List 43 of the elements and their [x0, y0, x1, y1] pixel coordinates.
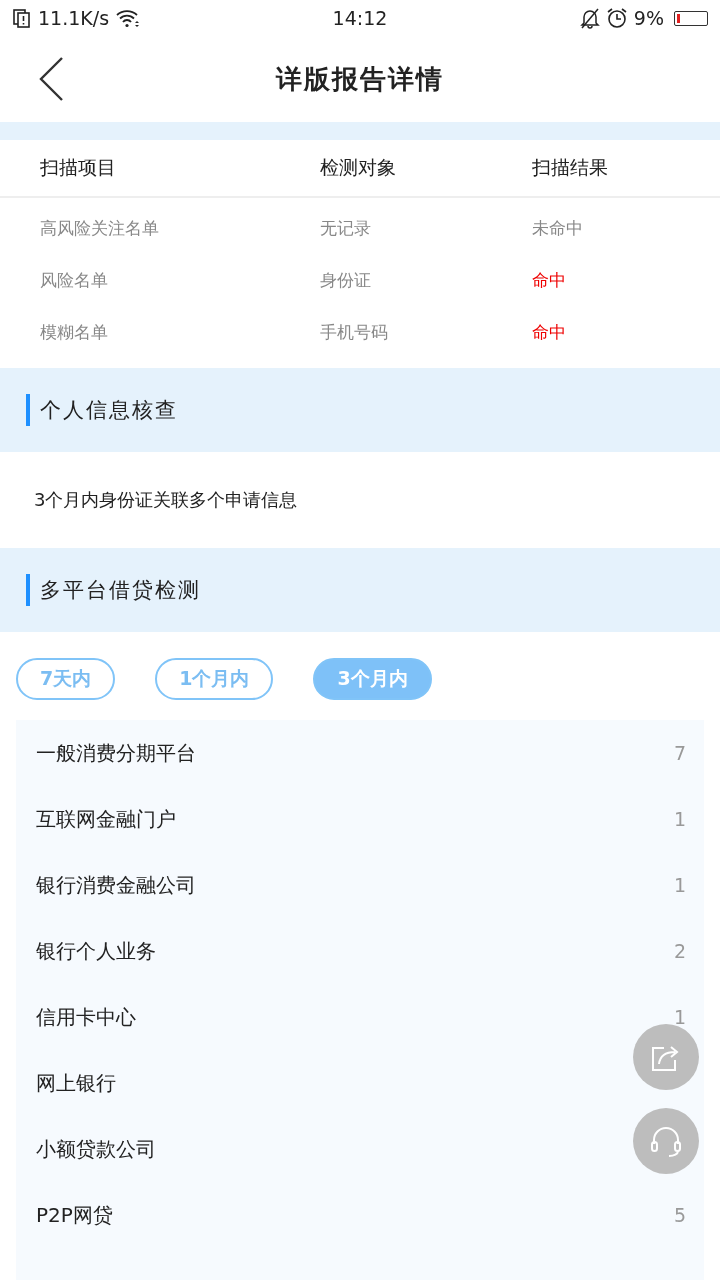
battery-icon	[674, 10, 708, 26]
platform-count: 7	[673, 742, 686, 764]
section-header: 多平台借贷检测	[0, 548, 720, 632]
period-tab[interactable]: 1个月内	[155, 658, 274, 700]
column-header: 扫描结果	[532, 155, 608, 180]
table-cell: 风险名单	[40, 268, 108, 292]
platform-name: 银行个人业务	[36, 937, 156, 965]
platform-count: 5	[673, 1204, 686, 1226]
platform-name: 网上银行	[36, 1069, 116, 1097]
bell-muted-icon	[579, 7, 600, 29]
wifi-icon	[115, 8, 142, 28]
table-cell: 手机号码	[320, 320, 388, 344]
platform-name: 信用卡中心	[36, 1003, 136, 1031]
table-cell: 身份证	[320, 268, 371, 292]
column-header: 扫描项目	[40, 155, 116, 180]
clock-time: 14:12	[332, 7, 388, 29]
table-cell: 未命中	[532, 216, 583, 240]
battery-percent: 9%	[633, 7, 664, 29]
period-tab[interactable]: 3个月内	[313, 658, 432, 700]
back-icon[interactable]	[38, 56, 64, 102]
network-speed: 11.1K/s	[38, 7, 110, 29]
section-header: 个人信息核查	[0, 368, 720, 452]
table-cell: 模糊名单	[40, 320, 108, 344]
platform-count: 1	[673, 874, 686, 896]
table-cell: 命中	[532, 268, 566, 292]
headset-icon	[648, 1124, 684, 1158]
table-cell: 命中	[532, 320, 566, 344]
platform-name: P2P网贷	[36, 1201, 113, 1229]
platform-count: 2	[673, 940, 686, 962]
period-tab[interactable]: 7天内	[16, 658, 116, 700]
column-header: 检测对象	[320, 155, 396, 180]
platform-name: 银行消费金融公司	[36, 871, 196, 899]
table-cell: 高风险关注名单	[40, 216, 159, 240]
notification-icon	[12, 8, 32, 28]
alarm-icon	[605, 7, 628, 29]
page-title: 详版报告详情	[276, 62, 444, 96]
platform-name: 小额贷款公司	[36, 1135, 156, 1163]
platform-name: 互联网金融门户	[36, 805, 176, 833]
platform-name: 一般消费分期平台	[36, 739, 196, 767]
info-text: 3个月内身份证关联多个申请信息	[34, 488, 298, 512]
platform-count: 1	[673, 1006, 686, 1028]
platform-count: 1	[673, 808, 686, 830]
table-cell: 无记录	[320, 216, 371, 240]
